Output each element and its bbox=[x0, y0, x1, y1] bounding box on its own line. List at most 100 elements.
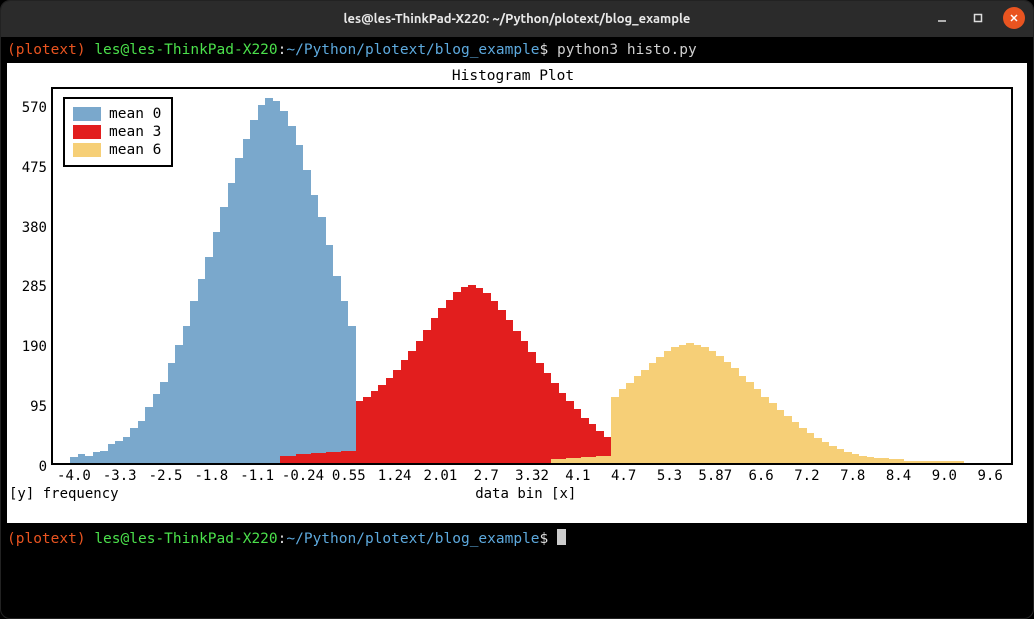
bar-segment bbox=[544, 373, 552, 463]
bar-segment bbox=[822, 442, 830, 463]
bar-segment bbox=[160, 382, 168, 463]
bar-segment bbox=[423, 330, 431, 463]
bar-segment bbox=[957, 461, 965, 463]
bar-segment bbox=[153, 394, 161, 463]
bar-segment bbox=[190, 301, 198, 463]
x-tick-label: -0.24 bbox=[280, 467, 326, 485]
bar-column bbox=[438, 89, 446, 463]
window-title: les@les-ThinkPad-X220: ~/Python/plotext/… bbox=[344, 12, 691, 26]
bar-segment bbox=[574, 409, 582, 463]
bar-column bbox=[341, 89, 349, 463]
bar-segment bbox=[739, 376, 747, 463]
bar-column bbox=[641, 89, 649, 463]
bar-column bbox=[386, 89, 394, 463]
bar-segment bbox=[746, 382, 754, 463]
bar-segment bbox=[468, 285, 476, 463]
bar-column bbox=[769, 89, 777, 463]
bar-segment bbox=[709, 351, 717, 463]
bar-column bbox=[296, 89, 304, 463]
bar-segment bbox=[138, 421, 146, 463]
bar-segment bbox=[867, 457, 875, 463]
bar-column bbox=[446, 89, 454, 463]
prompt-env: (plotext) bbox=[7, 42, 86, 58]
bar-segment bbox=[641, 370, 649, 464]
bar-segment bbox=[551, 383, 559, 463]
bar-column bbox=[198, 89, 206, 463]
bar-segment bbox=[341, 301, 349, 463]
bar-segment bbox=[461, 287, 469, 463]
minimize-button[interactable] bbox=[931, 7, 953, 29]
bar-segment bbox=[829, 446, 837, 463]
bar-column bbox=[513, 89, 521, 463]
bar-column bbox=[739, 89, 747, 463]
bar-segment bbox=[844, 452, 852, 463]
y-tick-label: 475 bbox=[22, 159, 47, 177]
cursor bbox=[557, 529, 566, 545]
bar-segment bbox=[205, 257, 213, 463]
bar-segment bbox=[859, 456, 867, 463]
x-tick-label: 3.32 bbox=[509, 467, 555, 485]
bar-column bbox=[506, 89, 514, 463]
legend-item-1: mean 3 bbox=[73, 123, 161, 141]
bar-segment bbox=[348, 326, 356, 463]
bar-segment bbox=[551, 459, 559, 463]
bar-segment bbox=[378, 385, 386, 463]
bar-segment bbox=[318, 453, 326, 463]
prompt-line-2[interactable]: (plotext) les@les-ThinkPad-X220:~/Python… bbox=[1, 529, 1033, 548]
bar-segment bbox=[220, 207, 228, 463]
bar-column bbox=[318, 89, 326, 463]
x-tick-label: -1.8 bbox=[188, 467, 234, 485]
x-tick-label: 9.6 bbox=[967, 467, 1013, 485]
bar-segment bbox=[927, 461, 935, 463]
x-tick-label: 1.24 bbox=[372, 467, 418, 485]
bar-column bbox=[694, 89, 702, 463]
bar-column bbox=[957, 89, 965, 463]
bar-segment bbox=[326, 452, 334, 463]
bar-segment bbox=[483, 293, 491, 463]
legend-label-1: mean 3 bbox=[109, 123, 161, 141]
x-tick-label: 5.3 bbox=[647, 467, 693, 485]
bar-column bbox=[829, 89, 837, 463]
bar-column bbox=[964, 89, 972, 463]
bar-segment bbox=[318, 217, 326, 463]
bar-column bbox=[220, 89, 228, 463]
bar-column bbox=[303, 89, 311, 463]
close-button[interactable] bbox=[1003, 7, 1025, 29]
bar-column bbox=[807, 89, 815, 463]
bar-segment bbox=[498, 310, 506, 463]
x-tick-label: 0.55 bbox=[326, 467, 372, 485]
bar-segment bbox=[145, 407, 153, 463]
bar-segment bbox=[243, 139, 251, 463]
legend: mean 0 mean 3 mean 6 bbox=[63, 97, 173, 167]
bar-segment bbox=[438, 308, 446, 463]
y-tick-label: 570 bbox=[22, 99, 47, 117]
bar-column bbox=[994, 89, 1002, 463]
bar-column bbox=[634, 89, 642, 463]
bar-segment bbox=[288, 126, 296, 463]
bar-column bbox=[934, 89, 942, 463]
bar-column bbox=[288, 89, 296, 463]
legend-item-2: mean 6 bbox=[73, 141, 161, 159]
bar-segment bbox=[491, 301, 499, 463]
bar-segment bbox=[311, 453, 319, 463]
bar-segment bbox=[265, 98, 273, 463]
bar-column bbox=[333, 89, 341, 463]
bar-column bbox=[837, 89, 845, 463]
x-tick-label: -2.5 bbox=[143, 467, 189, 485]
x-tick-label: 4.1 bbox=[555, 467, 601, 485]
bar-column bbox=[453, 89, 461, 463]
bar-segment bbox=[453, 292, 461, 463]
bar-segment bbox=[589, 457, 597, 463]
bar-column bbox=[611, 89, 619, 463]
terminal-body[interactable]: (plotext) les@les-ThinkPad-X220:~/Python… bbox=[1, 37, 1033, 63]
bar-segment bbox=[604, 456, 612, 463]
bar-column bbox=[213, 89, 221, 463]
bar-segment bbox=[401, 360, 409, 463]
maximize-button[interactable] bbox=[967, 7, 989, 29]
bar-segment bbox=[566, 401, 574, 463]
bar-segment bbox=[769, 403, 777, 463]
bar-segment bbox=[341, 451, 349, 463]
x-tick-label: -4.0 bbox=[51, 467, 97, 485]
bar-column bbox=[536, 89, 544, 463]
bar-segment bbox=[686, 343, 694, 463]
